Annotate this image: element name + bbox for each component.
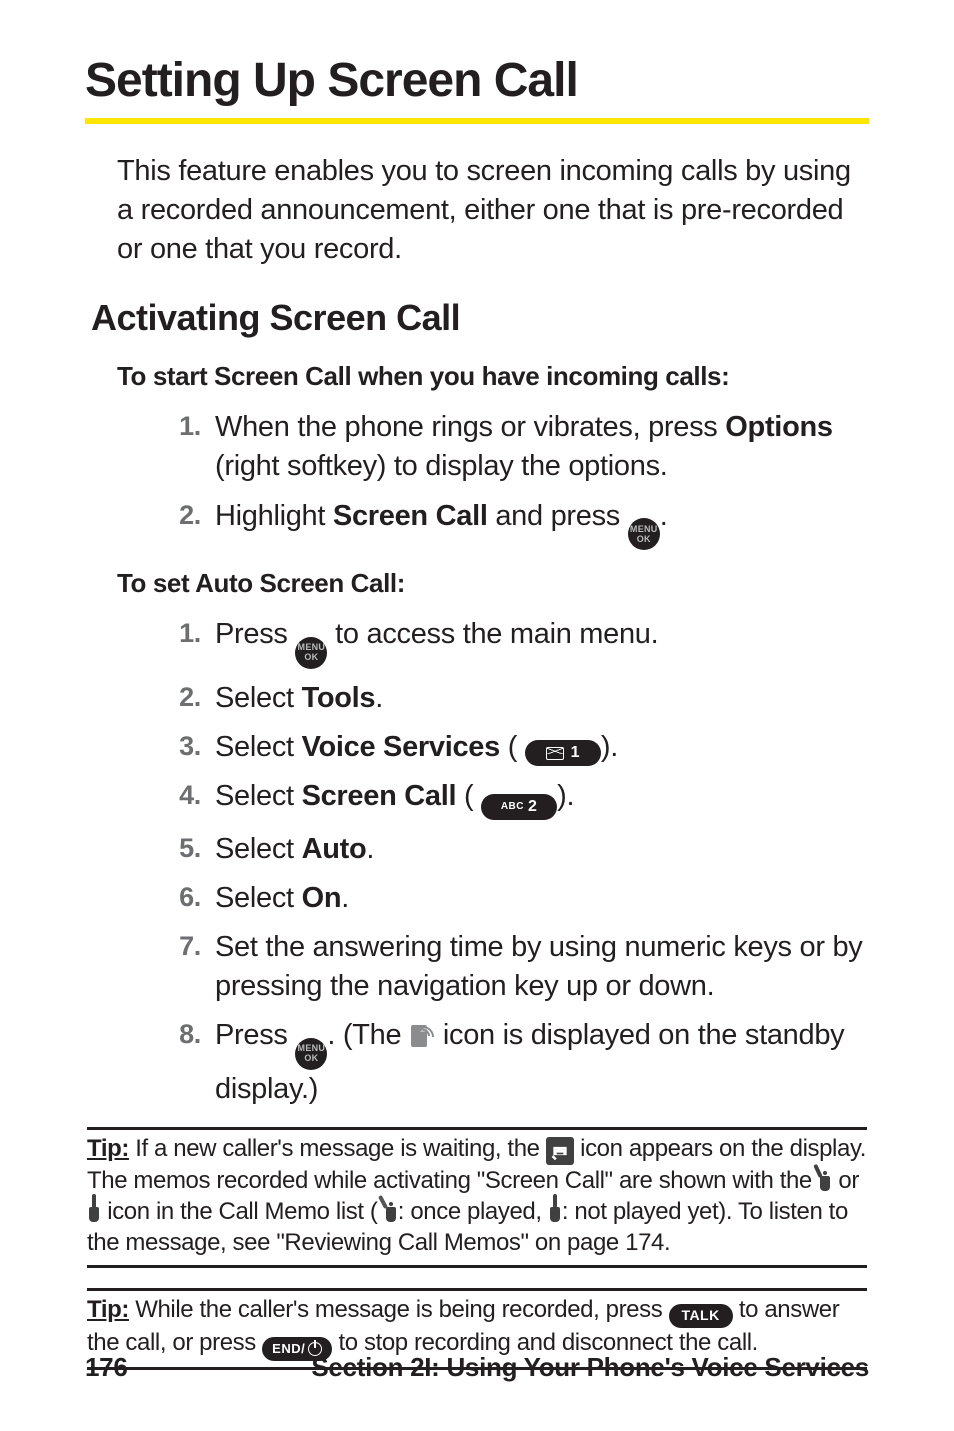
menu-ok-key-icon: MENUOK — [295, 1038, 327, 1070]
list-item: 1. Press MENUOK to access the main menu. — [161, 615, 869, 669]
page-number: 176 — [85, 1352, 127, 1383]
step-number: 2. — [161, 679, 201, 715]
mail-1-key-icon: 1 — [525, 740, 601, 766]
step-number: 5. — [161, 830, 201, 866]
step-text: Select — [215, 882, 302, 914]
ui-term: Auto — [302, 833, 367, 865]
ui-term: On — [302, 882, 342, 914]
menu-ok-key-icon: MENUOK — [628, 518, 660, 550]
steps-incoming: 1. When the phone rings or vibrates, pre… — [161, 408, 869, 550]
memo-played-icon — [384, 1196, 398, 1224]
list-item: 3. Select Voice Services ( 1). — [161, 728, 869, 767]
step-text: ( — [500, 731, 517, 763]
ui-term: Screen Call — [302, 780, 457, 812]
tip-text: icon in the Call Memo list ( — [101, 1198, 378, 1225]
step-number: 3. — [161, 728, 201, 764]
step-text: . — [366, 833, 374, 865]
tip-label: Tip: — [87, 1135, 129, 1162]
section-heading: Activating Screen Call — [91, 297, 869, 339]
step-number: 2. — [161, 497, 201, 533]
step-text: and press — [488, 500, 628, 532]
step-text: . — [660, 500, 668, 532]
memo-unplayed-icon — [548, 1196, 562, 1224]
step-text: ( — [456, 780, 473, 812]
step-number: 6. — [161, 879, 201, 915]
section-label: Section 2I: Using Your Phone's Voice Ser… — [311, 1352, 869, 1383]
ui-term: Options — [725, 411, 832, 443]
step-text: When the phone rings or vibrates, press — [215, 411, 725, 443]
step-number: 7. — [161, 928, 201, 964]
tip-text: : once played, — [398, 1198, 548, 1225]
step-text: . — [375, 682, 383, 714]
step-text: Set the answering time by using numeric … — [215, 931, 862, 1002]
step-text: Select — [215, 780, 302, 812]
page-title: Setting Up Screen Call — [85, 55, 869, 108]
list-item: 8. Press MENUOK . (The icon is displayed… — [161, 1016, 869, 1109]
step-text: . (The — [327, 1019, 409, 1051]
lead-incoming: To start Screen Call when you have incom… — [117, 361, 869, 392]
list-item: 5. Select Auto. — [161, 830, 869, 869]
list-item: 1. When the phone rings or vibrates, pre… — [161, 408, 869, 486]
abc-2-key-icon: ABC2 — [481, 794, 557, 820]
ui-term: Tools — [302, 682, 376, 714]
step-text: . — [341, 882, 349, 914]
talk-key-icon: TALK — [669, 1304, 733, 1328]
list-item: 2. Select Tools. — [161, 679, 869, 718]
tip-text: While the caller's message is being reco… — [129, 1296, 669, 1323]
page-footer: 176 Section 2I: Using Your Phone's Voice… — [85, 1352, 869, 1383]
ui-term: Screen Call — [333, 500, 488, 532]
step-text: Press — [215, 618, 295, 650]
step-text: Highlight — [215, 500, 333, 532]
step-text: Select — [215, 682, 302, 714]
step-text: Select — [215, 731, 302, 763]
step-number: 8. — [161, 1016, 201, 1052]
steps-auto: 1. Press MENUOK to access the main menu.… — [161, 615, 869, 1109]
list-item: 2. Highlight Screen Call and press MENUO… — [161, 497, 869, 551]
list-item: 4. Select Screen Call ( ABC2). — [161, 777, 869, 820]
list-item: 6. Select On. — [161, 879, 869, 918]
step-number: 1. — [161, 615, 201, 651]
step-text: (right softkey) to display the options. — [215, 450, 668, 482]
tip-text: If a new caller's message is waiting, th… — [129, 1135, 546, 1162]
step-text: Select — [215, 833, 302, 865]
step-text: ). — [557, 780, 574, 812]
step-text: to access the main menu. — [335, 618, 658, 650]
tip-label: Tip: — [87, 1296, 129, 1323]
lead-auto: To set Auto Screen Call: — [117, 568, 869, 599]
intro-paragraph: This feature enables you to screen incom… — [117, 152, 869, 269]
message-waiting-icon — [546, 1137, 574, 1165]
list-item: 7. Set the answering time by using numer… — [161, 928, 869, 1006]
menu-ok-key-icon: MENUOK — [295, 637, 327, 669]
step-number: 4. — [161, 777, 201, 813]
step-text: ). — [601, 731, 618, 763]
step-text: Press — [215, 1019, 295, 1051]
tip-text: or — [832, 1167, 859, 1194]
memo-played-icon — [818, 1165, 832, 1193]
step-number: 1. — [161, 408, 201, 444]
tip-message-waiting: Tip: If a new caller's message is waitin… — [87, 1127, 867, 1268]
title-underline — [85, 118, 869, 124]
memo-unplayed-icon — [87, 1196, 101, 1224]
sound-document-icon — [409, 1021, 435, 1049]
ui-term: Voice Services — [302, 731, 500, 763]
